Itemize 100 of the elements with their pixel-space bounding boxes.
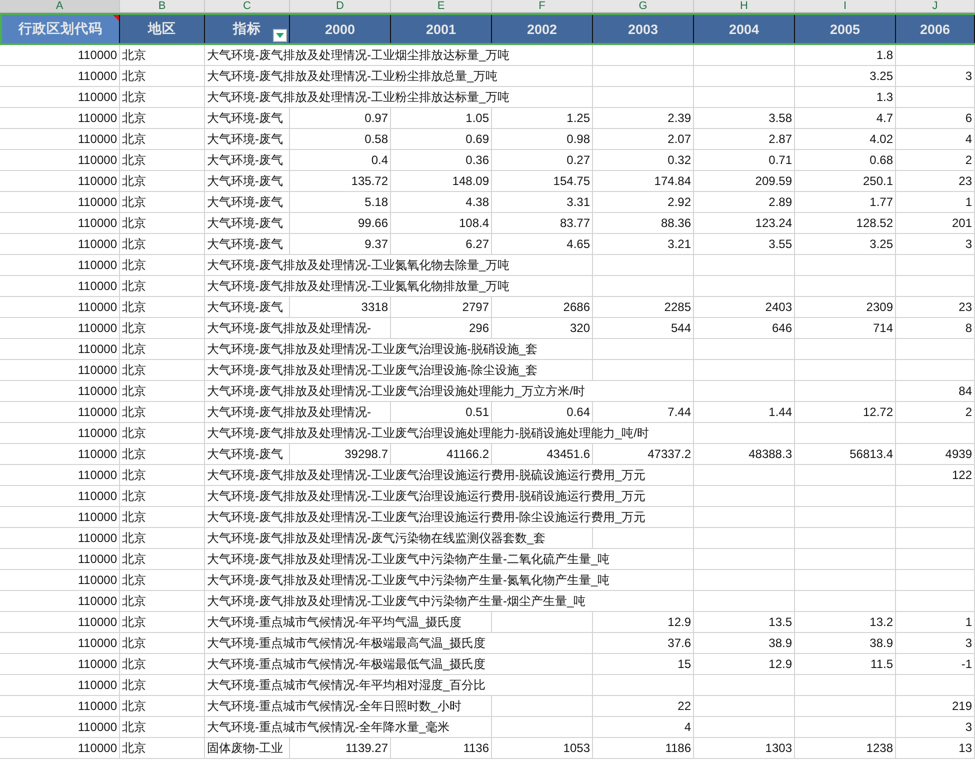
table-cell: 39298.7	[290, 444, 391, 464]
column-letter[interactable]: A	[0, 0, 120, 12]
table-cell: 6.27	[391, 234, 492, 254]
table-cell: 110000	[0, 87, 120, 107]
table-cell: 296	[391, 318, 492, 338]
table-cell: 大气环境-废气排放及处理情况-工业氮氧化物排放量_万吨	[205, 276, 593, 296]
table-cell: 北京	[120, 675, 205, 695]
table-cell: 110000	[0, 423, 120, 443]
table-cell: 219	[896, 696, 975, 716]
table-cell: 大气环境-废气排放及处理情况-	[205, 318, 391, 338]
table-cell: 1303	[694, 738, 795, 758]
table-cell: 110000	[0, 171, 120, 191]
table-cell: 大气环境-废气排放及处理情况-工业废气中污染物产生量-烟尘产生量_吨	[205, 591, 694, 611]
table-cell: 110000	[0, 150, 120, 170]
table-cell: 0.27	[492, 150, 593, 170]
table-cell: 大气环境-废气排放及处理情况-工业废气治理设施运行费用-脱硝设施运行费用_万元	[205, 486, 694, 506]
table-cell: 大气环境-重点城市气候情况-全年降水量_毫米	[205, 717, 492, 737]
table-cell: 1053	[492, 738, 593, 758]
table-cell: 2797	[391, 297, 492, 317]
table-cell: 大气环境-重点城市气候情况-年极端最低气温_摄氏度	[205, 654, 593, 674]
table-cell: 北京	[120, 654, 205, 674]
table-cell: 大气环境-废气排放及处理情况-工业废气中污染物产生量-二氧化硫产生量_吨	[205, 549, 694, 569]
table-cell: 47337.2	[593, 444, 694, 464]
table-cell: 122	[896, 465, 975, 485]
table-cell: 56813.4	[795, 444, 896, 464]
table-cell: 1.44	[694, 402, 795, 422]
table-cell: 北京	[120, 108, 205, 128]
table-cell: 大气环境-废气排放及处理情况-工业粉尘排放总量_万吨	[205, 66, 593, 86]
table-cell: 23	[896, 297, 975, 317]
table-cell: -1	[896, 654, 975, 674]
table-cell: 110000	[0, 717, 120, 737]
table-cell: 0.68	[795, 150, 896, 170]
table-cell: 北京	[120, 66, 205, 86]
table-cell: 1.3	[795, 87, 896, 107]
table-cell: 北京	[120, 486, 205, 506]
table-cell: 北京	[120, 255, 205, 275]
table-cell: 2285	[593, 297, 694, 317]
table-cell: 北京	[120, 318, 205, 338]
table-cell: 大气环境-废气排放及处理情况-工业废气治理设施运行费用-除尘设施运行费用_万元	[205, 507, 694, 527]
table-cell: 110000	[0, 675, 120, 695]
table-cell: 12.72	[795, 402, 896, 422]
table-cell: 4.7	[795, 108, 896, 128]
table-cell: 110000	[0, 234, 120, 254]
table-cell: 38.9	[795, 633, 896, 653]
table-cell: 北京	[120, 465, 205, 485]
table-cell: 110000	[0, 465, 120, 485]
table-cell: 6	[896, 108, 975, 128]
table-cell: 1139.27	[290, 738, 391, 758]
filter-dropdown-button[interactable]	[273, 29, 287, 42]
header-cell: 行政区划代码	[2, 15, 120, 43]
table-cell: 3.21	[593, 234, 694, 254]
table-cell: 北京	[120, 549, 205, 569]
table-cell: 110000	[0, 66, 120, 86]
table-cell: 北京	[120, 213, 205, 233]
table-cell: 北京	[120, 171, 205, 191]
table-cell: 43451.6	[492, 444, 593, 464]
table-cell: 大气环境-废气排放及处理情况-	[205, 402, 391, 422]
table-cell: 3.55	[694, 234, 795, 254]
table-cell: 41166.2	[391, 444, 492, 464]
table-cell: 3.25	[795, 66, 896, 86]
table-cell: 11.5	[795, 654, 896, 674]
table-cell: 13.5	[694, 612, 795, 632]
table-cell: 1.25	[492, 108, 593, 128]
table-cell: 88.36	[593, 213, 694, 233]
table-cell: 110000	[0, 318, 120, 338]
table-cell: 0.4	[290, 150, 391, 170]
table-cell: 201	[896, 213, 975, 233]
table-cell: 北京	[120, 297, 205, 317]
table-cell: 0.97	[290, 108, 391, 128]
table-cell: 2	[896, 150, 975, 170]
table-cell: 110000	[0, 696, 120, 716]
table-cell: 大气环境-废气排放及处理情况-废气污染物在线监测仪器套数_套	[205, 528, 593, 548]
table-cell: 2309	[795, 297, 896, 317]
table-cell: 大气环境-重点城市气候情况-年平均气温_摄氏度	[205, 612, 492, 632]
table-cell: 北京	[120, 696, 205, 716]
table-cell: 0.71	[694, 150, 795, 170]
table-cell: 大气环境-废气	[205, 108, 290, 128]
table-cell: 110000	[0, 528, 120, 548]
table-cell: 大气环境-废气排放及处理情况-工业粉尘排放达标量_万吨	[205, 87, 593, 107]
table-cell: 北京	[120, 717, 205, 737]
table-cell: 123.24	[694, 213, 795, 233]
table-cell: 大气环境-废气	[205, 171, 290, 191]
table-cell: 110000	[0, 591, 120, 611]
table-cell: 大气环境-废气	[205, 192, 290, 212]
table-cell: 北京	[120, 423, 205, 443]
table-cell: 110000	[0, 276, 120, 296]
table-cell: 大气环境-废气排放及处理情况-工业氮氧化物去除量_万吨	[205, 255, 593, 275]
table-cell: 110000	[0, 297, 120, 317]
table-cell: 23	[896, 171, 975, 191]
table-cell: 大气环境-废气排放及处理情况-工业废气治理设施处理能力_万立方米/时	[205, 381, 694, 401]
table-cell: 0.98	[492, 129, 593, 149]
table-cell: 4	[593, 717, 694, 737]
table-cell: 7.44	[593, 402, 694, 422]
table-cell: 0.36	[391, 150, 492, 170]
table-cell: 1186	[593, 738, 694, 758]
table-cell: 北京	[120, 129, 205, 149]
table-cell: 1.05	[391, 108, 492, 128]
table-cell: 1.8	[795, 45, 896, 65]
table-cell: 大气环境-废气	[205, 234, 290, 254]
table-cell: 154.75	[492, 171, 593, 191]
